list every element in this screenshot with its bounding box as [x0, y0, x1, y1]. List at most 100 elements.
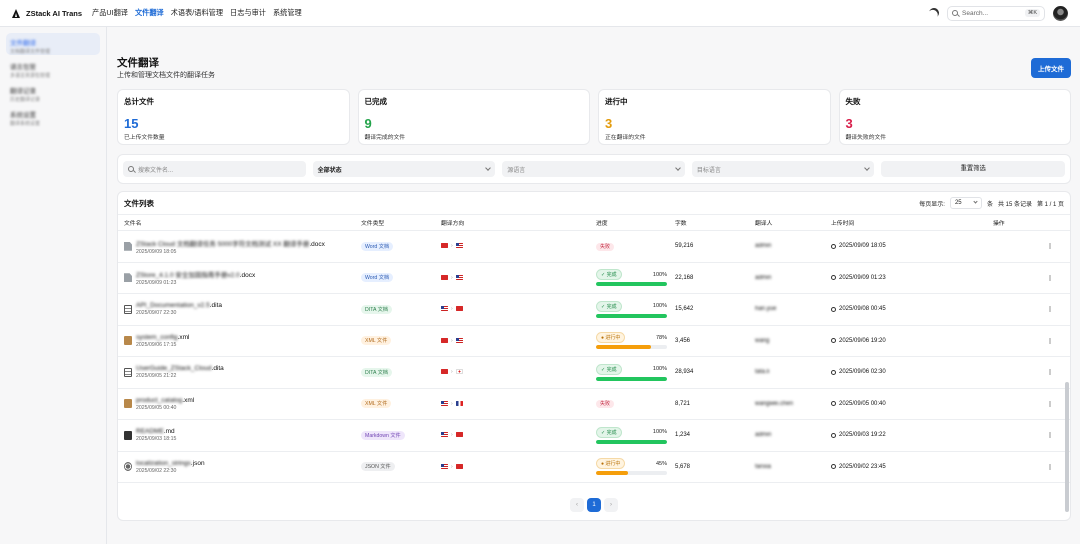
- status-select[interactable]: 全部状态: [312, 161, 496, 177]
- next-page-button[interactable]: ›: [604, 498, 618, 512]
- file-name[interactable]: localization_strings.json: [136, 460, 205, 467]
- file-name-cell: product_catalog.xml 2025/09/05 00:40: [124, 397, 361, 411]
- more-actions-icon[interactable]: [1049, 369, 1051, 376]
- progress: ● 进行中 45%: [596, 458, 667, 476]
- stat-card-done: 已完成 9 翻译完成的文件: [357, 89, 590, 145]
- sidebar: 文件翻译 文档翻译文件管理 语言包管 多语言资源包管理 翻译记录 历史翻译记录 …: [0, 27, 107, 544]
- upload-time-value: 2025/09/09 18:05: [839, 243, 886, 250]
- brand[interactable]: ZStack AI Trans: [12, 8, 82, 18]
- progress-percent: 45%: [655, 460, 667, 467]
- upload-time: 2025/09/09 18:05: [831, 243, 993, 249]
- flag-cn-icon: [441, 369, 448, 375]
- more-actions-icon[interactable]: [1049, 274, 1051, 281]
- more-actions-icon[interactable]: [1049, 400, 1051, 407]
- col-upload-time[interactable]: 上传时间: [831, 218, 993, 227]
- sidebar-item-label: 文件翻译: [10, 40, 36, 47]
- brand-name: ZStack AI Trans: [26, 8, 82, 18]
- table-row[interactable]: product_catalog.xml 2025/09/05 00:40 XML…: [118, 389, 1070, 420]
- progress-fill: [596, 282, 667, 287]
- reset-filters-button[interactable]: 重置筛选: [881, 161, 1066, 177]
- nav-file-translation[interactable]: 文件翻译: [135, 8, 164, 18]
- stat-label: 已完成: [364, 97, 388, 106]
- flag-fr-icon: [455, 400, 463, 406]
- md-file-icon: [124, 430, 132, 440]
- search-icon: [952, 10, 958, 16]
- upload-time-value: 2025/09/08 00:45: [839, 306, 886, 313]
- sidebar-item-2[interactable]: 语言包管 多语言资源包管理: [6, 57, 100, 79]
- prev-page-button[interactable]: ‹: [570, 498, 584, 512]
- table-row[interactable]: README.md 2025/09/03 18:15 Markdown 文件 ›…: [118, 420, 1070, 452]
- translation-direction: ›: [441, 463, 596, 470]
- file-name[interactable]: API_Documentation_v2.5.dita: [136, 302, 222, 309]
- table-row[interactable]: API_Documentation_v2.5.dita 2025/09/07 2…: [118, 294, 1070, 326]
- nav-logs[interactable]: 日志与审计: [230, 8, 266, 18]
- status-badge: ✓ 完成: [596, 426, 622, 438]
- col-direction[interactable]: 翻译方向: [441, 218, 596, 227]
- flag-us-icon: [455, 243, 463, 249]
- nav-glossary[interactable]: 术语表/语料管理: [171, 8, 223, 18]
- file-name-stem: UserGuide_ZStack_Cloud: [136, 365, 212, 373]
- table-row[interactable]: ZStack Cloud 文档翻译任务 5000字符文档测试 XX 翻译手册.d…: [118, 231, 1070, 263]
- nav-system[interactable]: 系统管理: [273, 8, 302, 18]
- sidebar-item-file-translation[interactable]: 文件翻译 文档翻译文件管理: [6, 33, 100, 55]
- table-row[interactable]: UserGuide_ZStack_Cloud.dita 2025/09/05 2…: [118, 357, 1070, 389]
- col-words[interactable]: 字数: [675, 218, 755, 227]
- nav-product-ui[interactable]: 产品UI翻译: [92, 8, 128, 18]
- arrow-right-icon: ›: [451, 432, 453, 439]
- file-type-badge: XML 文件: [361, 336, 392, 346]
- avatar[interactable]: [1053, 5, 1068, 21]
- translation-direction: ›: [441, 306, 596, 312]
- page-1-button[interactable]: 1: [587, 498, 601, 512]
- logo-icon: [12, 8, 21, 18]
- col-type[interactable]: 文件类型: [361, 218, 441, 227]
- target-lang-select[interactable]: 目标语言: [691, 161, 875, 177]
- col-translator[interactable]: 翻译人: [755, 218, 831, 227]
- clock-icon: [831, 275, 836, 281]
- file-ext: .dita: [209, 302, 223, 310]
- col-progress[interactable]: 进度: [596, 218, 675, 227]
- more-actions-icon[interactable]: [1049, 243, 1051, 250]
- file-type-badge: Word 文档: [361, 273, 394, 283]
- scrollbar[interactable]: [1065, 382, 1069, 512]
- stat-value: 3: [605, 116, 613, 131]
- file-name[interactable]: ZStack Cloud 文档翻译任务 5000字符文档测试 XX 翻译手册.d…: [136, 238, 325, 248]
- table-header: 文件名 文件类型 翻译方向 进度 字数 翻译人 上传时间 操作: [118, 214, 1070, 231]
- file-search-input[interactable]: 搜索文件名...: [123, 161, 306, 177]
- global-search[interactable]: Search... ⌘K: [947, 5, 1045, 21]
- per-page-select[interactable]: 25: [949, 197, 982, 209]
- file-type-badge: DITA 文档: [361, 367, 392, 377]
- table-row[interactable]: localization_strings.json 2025/09/02 22:…: [118, 452, 1070, 483]
- file-name[interactable]: README.md: [136, 428, 176, 435]
- stat-label: 失败: [845, 97, 861, 106]
- file-name[interactable]: product_catalog.xml: [136, 397, 194, 404]
- upload-file-button[interactable]: 上传文件: [1031, 58, 1071, 78]
- file-name[interactable]: ZStore_4.1.0 安全加固指南手册v2.0.docx: [136, 269, 255, 279]
- file-list-title: 文件列表: [124, 198, 154, 208]
- more-actions-icon[interactable]: [1049, 432, 1051, 439]
- file-date: 2025/09/09 01:23: [136, 280, 177, 287]
- status-select-value: 全部状态: [317, 167, 342, 174]
- source-lang-select[interactable]: 源语言: [502, 161, 685, 177]
- dita-file-icon: [124, 304, 132, 314]
- word-count: 1,234: [675, 432, 691, 439]
- file-name[interactable]: system_config.xml: [136, 334, 189, 341]
- word-count: 22,168: [675, 274, 694, 281]
- table-row[interactable]: system_config.xml 2025/09/06 17:15 XML 文…: [118, 326, 1070, 357]
- sidebar-item-label: 语言包管: [10, 64, 36, 71]
- translation-direction: ›: [441, 274, 596, 281]
- progress: ✓ 完成 100%: [596, 363, 667, 381]
- file-ext: .xml: [182, 396, 195, 404]
- flag-cn-icon: [455, 463, 463, 469]
- col-name[interactable]: 文件名: [124, 218, 361, 227]
- more-actions-icon[interactable]: [1049, 306, 1051, 313]
- file-ext: .docx: [309, 240, 325, 248]
- file-name[interactable]: UserGuide_ZStack_Cloud.dita: [136, 365, 224, 372]
- sidebar-item-4[interactable]: 系统设置 翻译系统设置: [6, 105, 100, 127]
- sidebar-item-3[interactable]: 翻译记录 历史翻译记录: [6, 81, 100, 103]
- more-actions-icon[interactable]: [1049, 463, 1051, 470]
- file-type-badge: Markdown 文件: [361, 430, 405, 440]
- progress-percent: 100%: [652, 303, 667, 310]
- table-row[interactable]: ZStore_4.1.0 安全加固指南手册v2.0.docx 2025/09/0…: [118, 263, 1070, 294]
- more-actions-icon[interactable]: [1049, 337, 1051, 344]
- dark-mode-icon[interactable]: [927, 6, 941, 20]
